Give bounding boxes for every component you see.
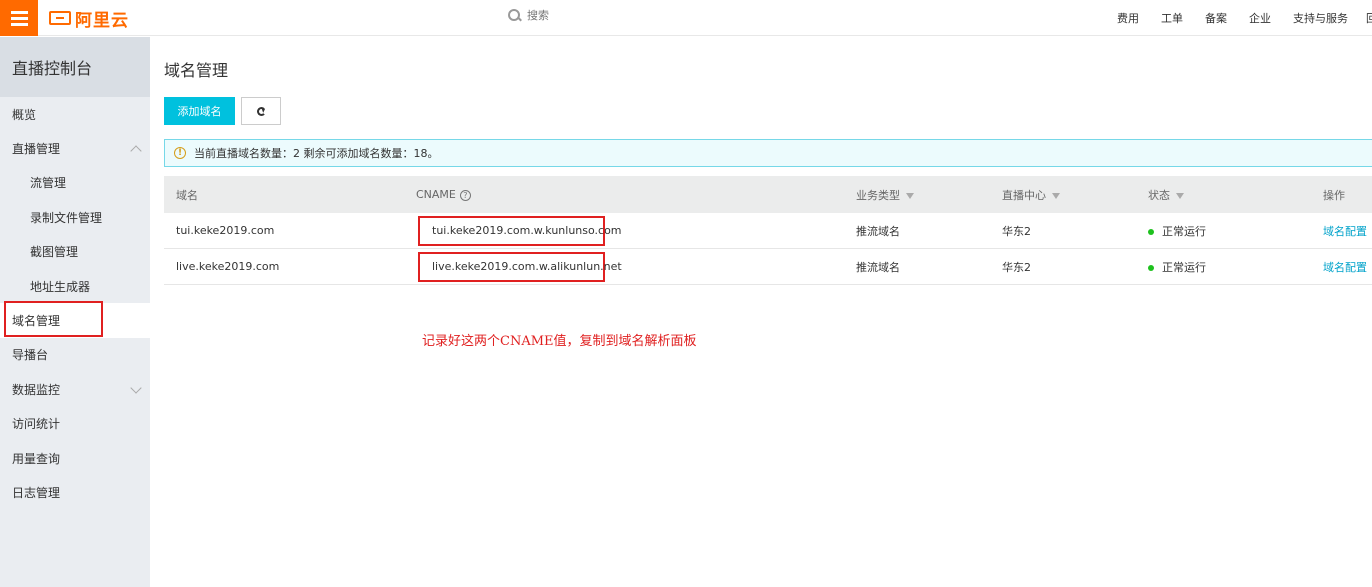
cell-domain: tui.keke2019.com <box>176 224 275 237</box>
status-dot-icon <box>1148 228 1154 235</box>
sidebar-item-address-generator[interactable]: 地址生成器 <box>0 269 150 303</box>
sidebar-item-label: 录制文件管理 <box>30 210 103 225</box>
aliyun-logo[interactable]: 阿里云 <box>49 7 129 31</box>
help-icon[interactable]: ? <box>459 189 471 201</box>
header-live-center[interactable]: 直播中心 <box>1002 187 1060 203</box>
header-status-label: 状态 <box>1148 188 1170 202</box>
search-box[interactable] <box>508 9 647 22</box>
sidebar-item-stream-management[interactable]: 流管理 <box>0 166 150 200</box>
filter-icon[interactable] <box>1052 192 1060 199</box>
highlight-box-domain-management <box>4 301 103 337</box>
logo-text: 阿里云 <box>75 10 129 31</box>
sidebar-item-label: 导播台 <box>12 348 49 363</box>
sidebar-item-recording-files[interactable]: 录制文件管理 <box>0 200 150 234</box>
chevron-up-icon <box>130 145 142 158</box>
table-row: live.keke2019.com live.keke2019.com.w.al… <box>164 249 1372 285</box>
sidebar-item-label: 日志管理 <box>12 485 61 500</box>
top-bar: 阿里云 费用 工单 备案 企业 支持与服务 回 <box>0 0 1372 36</box>
domain-table: 域名 CNAME? 业务类型 直播中心 状态 操作 tui.keke2019.c… <box>164 176 1372 285</box>
sidebar-title: 直播控制台 <box>0 37 150 97</box>
sidebar-item-label: 用量查询 <box>12 451 61 466</box>
header-cname: CNAME? <box>416 188 471 201</box>
add-domain-button[interactable]: 添加域名 <box>164 97 235 125</box>
sidebar-item-live-management[interactable]: 直播管理 <box>0 131 150 165</box>
annotation-note: 记录好这两个CNAME值，复制到域名解析面板 <box>422 334 697 349</box>
search-icon <box>508 9 521 22</box>
cell-cname-highlighted: tui.keke2019.com.w.kunlunso.com <box>418 215 622 246</box>
filter-icon[interactable] <box>1176 192 1184 199</box>
chevron-down-icon <box>130 382 142 394</box>
header-domain: 域名 <box>176 188 198 202</box>
domain-config-link[interactable]: 域名配置 <box>1323 259 1367 275</box>
cell-status: 正常运行 <box>1148 259 1206 275</box>
top-nav-links: 费用 工单 备案 企业 支持与服务 回 <box>1095 0 1372 36</box>
domain-config-link[interactable]: 域名配置 <box>1323 223 1367 239</box>
status-text: 正常运行 <box>1162 260 1206 274</box>
header-actions: 操作 <box>1323 188 1345 202</box>
refresh-button[interactable] <box>241 97 281 125</box>
cell-cname-highlighted: live.keke2019.com.w.alikunlun.net <box>418 251 622 282</box>
header-status[interactable]: 状态 <box>1148 187 1184 203</box>
top-link-tickets[interactable]: 工单 <box>1161 10 1183 26</box>
cell-domain: live.keke2019.com <box>176 260 280 273</box>
info-icon: ! <box>174 147 186 159</box>
top-link-billing[interactable]: 费用 <box>1117 10 1139 26</box>
top-link-icp[interactable]: 备案 <box>1205 10 1227 26</box>
sidebar-item-label: 截图管理 <box>30 245 79 260</box>
sidebar-item-log-management[interactable]: 日志管理 <box>0 475 150 509</box>
status-dot-icon <box>1148 264 1154 271</box>
info-alert: ! 当前直播域名数量：2 剩余可添加域名数量：18。 <box>164 139 1372 167</box>
header-business-type-label: 业务类型 <box>856 188 900 202</box>
header-cname-label: CNAME <box>416 188 456 201</box>
table-row: tui.keke2019.com tui.keke2019.com.w.kunl… <box>164 213 1372 249</box>
sidebar-item-label: 概览 <box>12 107 37 122</box>
alert-text: 当前直播域名数量：2 剩余可添加域名数量：18。 <box>194 147 439 160</box>
sidebar-item-label: 访问统计 <box>12 417 61 432</box>
cell-business-type: 推流域名 <box>856 224 900 238</box>
top-link-support[interactable]: 支持与服务 <box>1293 10 1348 26</box>
top-link-more[interactable]: 回 <box>1366 10 1372 26</box>
aliyun-logo-mark-icon <box>49 11 71 25</box>
page-title: 域名管理 <box>164 61 229 80</box>
sidebar-item-label: 流管理 <box>30 176 67 191</box>
sidebar-item-director[interactable]: 导播台 <box>0 338 150 372</box>
main-content: 域名管理 添加域名 ! 当前直播域名数量：2 剩余可添加域名数量：18。 域名 … <box>151 37 1372 587</box>
top-link-enterprise[interactable]: 企业 <box>1249 10 1271 26</box>
cell-live-center: 华东2 <box>1002 260 1031 274</box>
header-live-center-label: 直播中心 <box>1002 188 1046 202</box>
cell-live-center: 华东2 <box>1002 224 1031 238</box>
filter-icon[interactable] <box>906 192 914 199</box>
cell-business-type: 推流域名 <box>856 260 900 274</box>
sidebar-item-label: 直播管理 <box>12 142 61 157</box>
sidebar-item-usage-query[interactable]: 用量查询 <box>0 441 150 475</box>
sidebar-item-snapshot-management[interactable]: 截图管理 <box>0 235 150 269</box>
sidebar-item-overview[interactable]: 概览 <box>0 97 150 131</box>
sidebar-item-label: 地址生成器 <box>30 279 91 294</box>
table-header: 域名 CNAME? 业务类型 直播中心 状态 操作 <box>164 176 1372 213</box>
sidebar-item-label: 数据监控 <box>12 382 61 397</box>
hamburger-menu-icon[interactable] <box>0 0 38 36</box>
sidebar-item-data-monitoring[interactable]: 数据监控 <box>0 372 150 406</box>
cell-status: 正常运行 <box>1148 223 1206 239</box>
search-input[interactable] <box>527 9 647 22</box>
status-text: 正常运行 <box>1162 224 1206 238</box>
header-business-type[interactable]: 业务类型 <box>856 187 914 203</box>
sidebar-item-access-stats[interactable]: 访问统计 <box>0 407 150 441</box>
refresh-icon <box>256 106 266 116</box>
